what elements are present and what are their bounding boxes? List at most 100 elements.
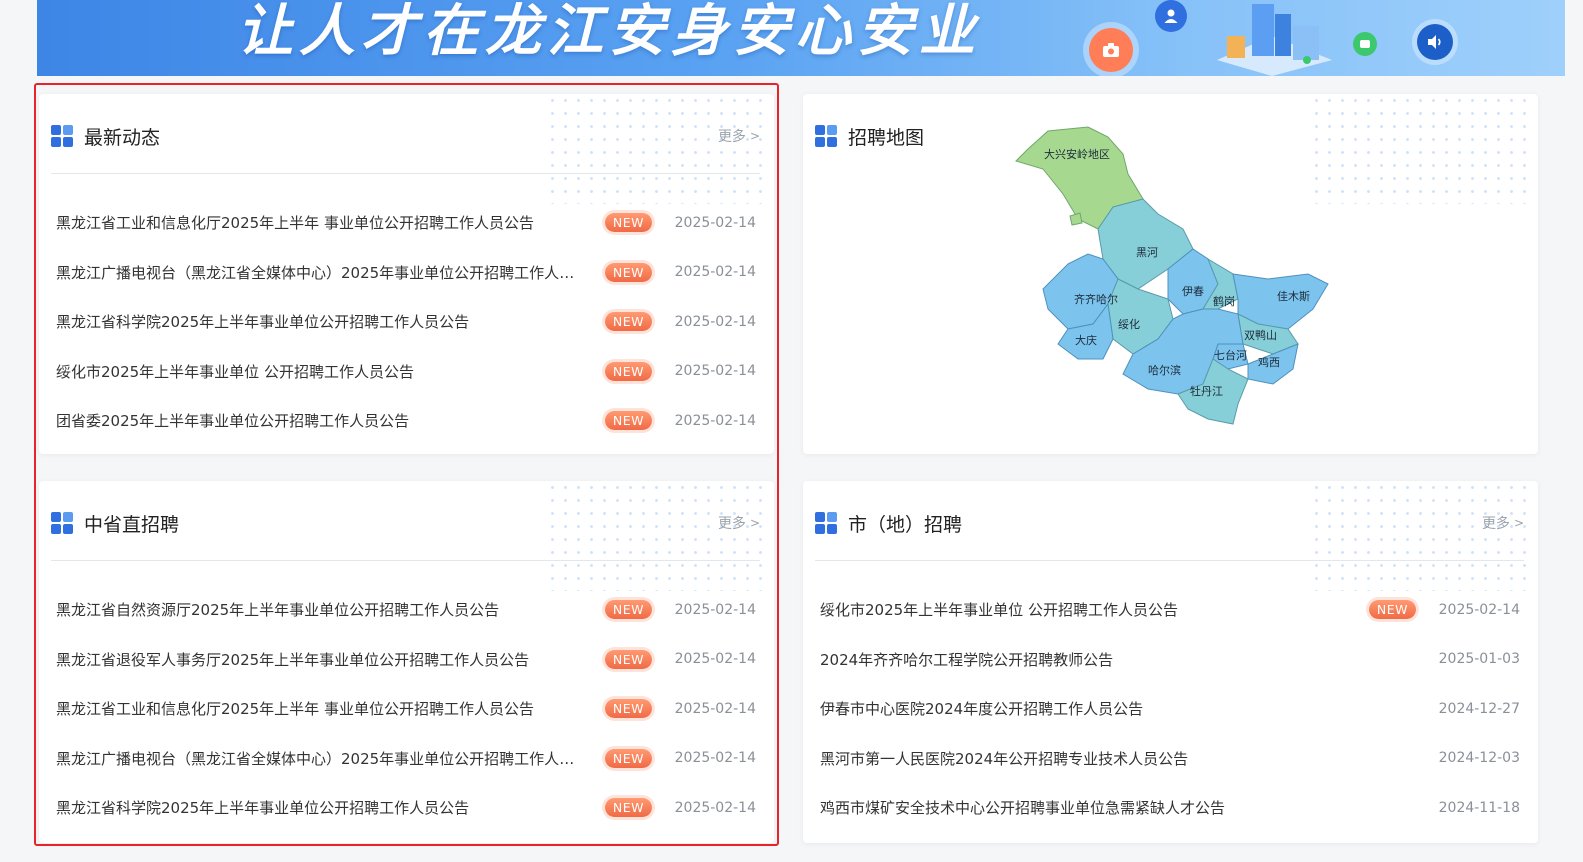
panel-title: 招聘地图	[848, 126, 925, 149]
map-label-jixi: 鸡西	[1258, 355, 1280, 369]
new-badge: NEW	[604, 600, 652, 620]
news-date: 2025-01-03	[1438, 651, 1520, 668]
grid-icon	[815, 512, 837, 534]
list-item[interactable]: 伊春市中心医院2024年度公开招聘工作人员公告 2024-12-27	[820, 684, 1520, 734]
list-item[interactable]: 2024年齐齐哈尔工程学院公开招聘教师公告 2025-01-03	[820, 635, 1520, 685]
news-title[interactable]: 绥化市2025年上半年事业单位 公开招聘工作人员公告	[56, 361, 576, 382]
panel-title: 中省直招聘	[84, 513, 180, 536]
provincial-recruitment-panel: 中省直招聘 更多 > 黑龙江省自然资源厅2025年上半年事业单位公开招聘工作人员…	[39, 481, 774, 843]
news-date: 2025-02-14	[674, 700, 756, 717]
news-title[interactable]: 2024年齐齐哈尔工程学院公开招聘教师公告	[820, 649, 1340, 670]
wechat-icon[interactable]	[1353, 32, 1377, 56]
divider	[815, 560, 1524, 561]
new-badge: NEW	[604, 649, 652, 669]
news-title[interactable]: 黑龙江省退役军人事务厅2025年上半年事业单位公开招聘工作人员公告	[56, 649, 576, 670]
news-title[interactable]: 黑龙江广播电视台（黑龙江省全媒体中心）2025年事业单位公开招聘工作人员公告	[56, 748, 576, 769]
more-link[interactable]: 更多 >	[718, 513, 760, 533]
news-title[interactable]: 团省委2025年上半年事业单位公开招聘工作人员公告	[56, 410, 576, 431]
news-title[interactable]: 鸡西市煤矿安全技术中心公开招聘事业单位急需紧缺人才公告	[820, 797, 1340, 818]
news-date: 2025-02-14	[674, 214, 756, 231]
map-label-suihua: 绥化	[1118, 317, 1140, 331]
news-title[interactable]: 黑龙江省科学院2025年上半年事业单位公开招聘工作人员公告	[56, 797, 576, 818]
new-badge: NEW	[604, 699, 652, 719]
map-label-daqing: 大庆	[1075, 333, 1097, 347]
list-item[interactable]: 黑龙江省自然资源厅2025年上半年事业单位公开招聘工作人员公告 NEW 2025…	[56, 585, 756, 635]
grid-icon	[51, 125, 73, 147]
divider	[51, 173, 760, 174]
new-badge: NEW	[604, 312, 652, 332]
list-item[interactable]: 鸡西市煤矿安全技术中心公开招聘事业单位急需紧缺人才公告 2024-11-18	[820, 783, 1520, 833]
heilongjiang-map[interactable]: 大兴安岭地区 黑河 伊春 鹤岗 佳木斯 齐齐哈尔 绥化 双鸭山 大庆 七台河 鸡…	[1008, 119, 1348, 439]
panel-header: 市（地）招聘 更多 >	[815, 503, 1524, 543]
more-link[interactable]: 更多 >	[718, 126, 760, 146]
panel-title: 最新动态	[84, 126, 161, 149]
speaker-icon[interactable]	[1417, 24, 1453, 60]
news-title[interactable]: 绥化市2025年上半年事业单位 公开招聘工作人员公告	[820, 599, 1340, 620]
news-date: 2025-02-14	[674, 601, 756, 618]
news-date: 2024-12-27	[1438, 700, 1520, 717]
map-label-shuangyashan: 双鸭山	[1244, 329, 1277, 342]
list-item[interactable]: 绥化市2025年上半年事业单位 公开招聘工作人员公告 NEW 2025-02-1…	[56, 347, 756, 397]
news-title[interactable]: 黑龙江省工业和信息化厅2025年上半年 事业单位公开招聘工作人员公告	[56, 212, 576, 233]
news-date: 2025-02-14	[674, 799, 756, 816]
divider	[51, 560, 760, 561]
panel-header: 中省直招聘 更多 >	[51, 503, 760, 543]
news-list: 黑龙江省自然资源厅2025年上半年事业单位公开招聘工作人员公告 NEW 2025…	[56, 585, 756, 833]
news-title[interactable]: 黑河市第一人民医院2024年公开招聘专业技术人员公告	[820, 748, 1340, 769]
list-item[interactable]: 黑龙江省退役军人事务厅2025年上半年事业单位公开招聘工作人员公告 NEW 20…	[56, 635, 756, 685]
new-badge: NEW	[604, 213, 652, 233]
latest-news-panel: 最新动态 更多 > 黑龙江省工业和信息化厅2025年上半年 事业单位公开招聘工作…	[39, 94, 774, 454]
more-label: 更多	[717, 516, 746, 532]
city-illustration-icon	[1217, 4, 1332, 76]
news-list: 黑龙江省工业和信息化厅2025年上半年 事业单位公开招聘工作人员公告 NEW 2…	[56, 198, 756, 446]
map-label-mudanjiang: 牡丹江	[1190, 384, 1223, 398]
news-title[interactable]: 黑龙江省科学院2025年上半年事业单位公开招聘工作人员公告	[56, 311, 576, 332]
news-date: 2025-02-14	[674, 264, 756, 281]
list-item[interactable]: 黑龙江省工业和信息化厅2025年上半年 事业单位公开招聘工作人员公告 NEW 2…	[56, 684, 756, 734]
chevron-right-icon: >	[1513, 516, 1524, 530]
news-list: 绥化市2025年上半年事业单位 公开招聘工作人员公告 NEW 2025-02-1…	[820, 585, 1520, 833]
list-item[interactable]: 黑龙江省科学院2025年上半年事业单位公开招聘工作人员公告 NEW 2025-0…	[56, 783, 756, 833]
news-date: 2024-11-18	[1438, 799, 1520, 816]
new-badge: NEW	[604, 262, 652, 282]
map-label-yichun: 伊春	[1182, 285, 1204, 298]
banner-slogan: 让人才在龙江安身安心安业	[237, 0, 981, 64]
grid-icon	[51, 512, 73, 534]
map-label-qiqihar: 齐齐哈尔	[1074, 292, 1118, 306]
list-item[interactable]: 团省委2025年上半年事业单位公开招聘工作人员公告 NEW 2025-02-14	[56, 396, 756, 446]
camera-icon[interactable]	[1089, 28, 1133, 72]
news-title[interactable]: 黑龙江省工业和信息化厅2025年上半年 事业单位公开招聘工作人员公告	[56, 698, 576, 719]
list-item[interactable]: 黑河市第一人民医院2024年公开招聘专业技术人员公告 2024-12-03	[820, 734, 1520, 784]
more-label: 更多	[717, 129, 746, 145]
news-date: 2025-02-14	[674, 313, 756, 330]
map-label-daxinganling: 大兴安岭地区	[1044, 147, 1110, 161]
list-item[interactable]: 黑龙江广播电视台（黑龙江省全媒体中心）2025年事业单位公开招聘工作人员公告 N…	[56, 248, 756, 298]
list-item[interactable]: 黑龙江广播电视台（黑龙江省全媒体中心）2025年事业单位公开招聘工作人员公告 N…	[56, 734, 756, 784]
new-badge: NEW	[604, 361, 652, 381]
news-date: 2025-02-14	[1438, 601, 1520, 618]
banner: 让人才在龙江安身安心安业	[37, 0, 1565, 76]
map-label-hegang: 鹤岗	[1213, 294, 1235, 308]
news-date: 2025-02-14	[674, 750, 756, 767]
map-label-harbin: 哈尔滨	[1148, 363, 1181, 377]
new-badge: NEW	[604, 798, 652, 818]
list-item[interactable]: 黑龙江省工业和信息化厅2025年上半年 事业单位公开招聘工作人员公告 NEW 2…	[56, 198, 756, 248]
user-icon[interactable]	[1155, 0, 1187, 32]
more-link[interactable]: 更多 >	[1482, 513, 1524, 533]
page: 让人才在龙江安身安心安业 最新动态 更多 > 黑龙江省工业和信息化厅2025年上…	[0, 0, 1583, 862]
news-title[interactable]: 黑龙江广播电视台（黑龙江省全媒体中心）2025年事业单位公开招聘工作人员公告	[56, 262, 576, 283]
grid-icon	[815, 125, 837, 147]
city-recruitment-panel: 市（地）招聘 更多 > 绥化市2025年上半年事业单位 公开招聘工作人员公告 N…	[803, 481, 1538, 843]
more-label: 更多	[1481, 516, 1510, 532]
news-date: 2025-02-14	[674, 651, 756, 668]
recruitment-map-panel: 招聘地图 大兴安岭地区 黑河 伊春 鹤岗 佳木斯 齐齐哈尔 绥化 双鸭山 大庆 …	[803, 94, 1538, 454]
chevron-right-icon: >	[749, 129, 760, 143]
news-date: 2024-12-03	[1438, 750, 1520, 767]
news-title[interactable]: 伊春市中心医院2024年度公开招聘工作人员公告	[820, 698, 1340, 719]
panel-header: 最新动态 更多 >	[51, 116, 760, 156]
chevron-right-icon: >	[749, 516, 760, 530]
list-item[interactable]: 绥化市2025年上半年事业单位 公开招聘工作人员公告 NEW 2025-02-1…	[820, 585, 1520, 635]
news-title[interactable]: 黑龙江省自然资源厅2025年上半年事业单位公开招聘工作人员公告	[56, 599, 576, 620]
map-label-jiamusi: 佳木斯	[1277, 289, 1310, 303]
list-item[interactable]: 黑龙江省科学院2025年上半年事业单位公开招聘工作人员公告 NEW 2025-0…	[56, 297, 756, 347]
